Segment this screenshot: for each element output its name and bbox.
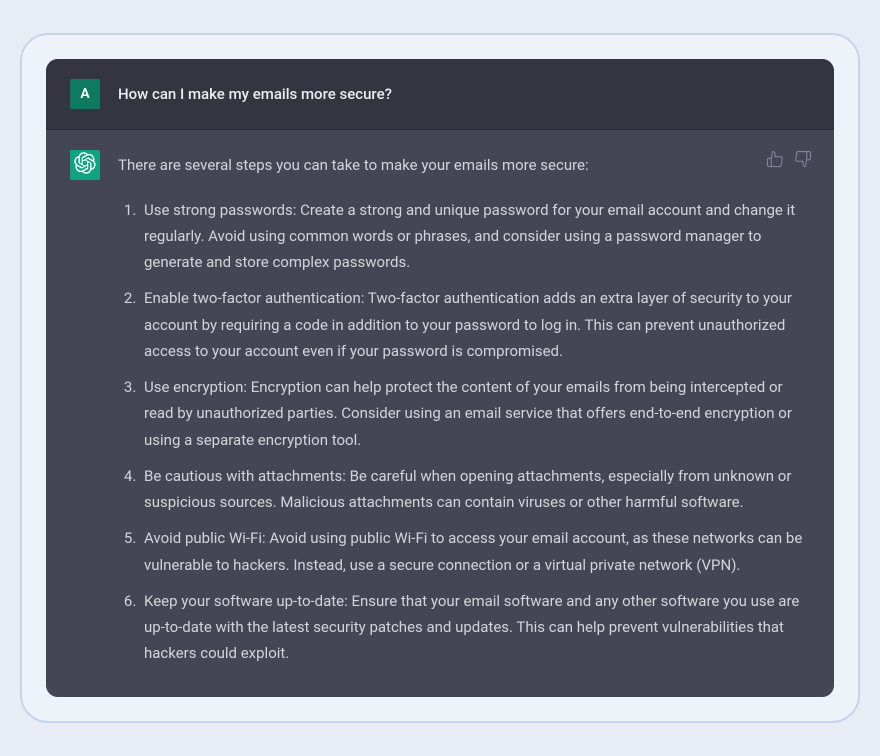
thumbs-up-icon — [766, 153, 784, 172]
list-item: Keep your software up-to-date: Ensure th… — [140, 588, 810, 667]
user-avatar: A — [70, 79, 100, 109]
assistant-message-row: There are several steps you can take to … — [46, 130, 834, 696]
assistant-message-content: There are several steps you can take to … — [118, 150, 810, 676]
user-message-row: A How can I make my emails more secure? — [46, 59, 834, 130]
outer-frame: A How can I make my emails more secure? … — [20, 33, 860, 722]
list-item: Be cautious with attachments: Be careful… — [140, 463, 810, 516]
assistant-tips-list: Use strong passwords: Create a strong an… — [118, 197, 810, 667]
list-item: Use strong passwords: Create a strong an… — [140, 197, 810, 276]
openai-logo-icon — [74, 152, 96, 178]
thumbs-down-icon — [794, 153, 812, 172]
user-message-text: How can I make my emails more secure? — [118, 79, 810, 109]
thumbs-down-button[interactable] — [794, 150, 812, 168]
list-item: Avoid public Wi-Fi: Avoid using public W… — [140, 525, 810, 578]
chat-container: A How can I make my emails more secure? … — [46, 59, 834, 696]
list-item: Use encryption: Encryption can help prot… — [140, 374, 810, 453]
assistant-intro-text: There are several steps you can take to … — [118, 152, 810, 178]
assistant-avatar — [70, 150, 100, 180]
user-avatar-letter: A — [80, 86, 89, 102]
list-item: Enable two-factor authentication: Two-fa… — [140, 285, 810, 364]
thumbs-up-button[interactable] — [766, 150, 784, 168]
feedback-button-group — [766, 150, 812, 168]
